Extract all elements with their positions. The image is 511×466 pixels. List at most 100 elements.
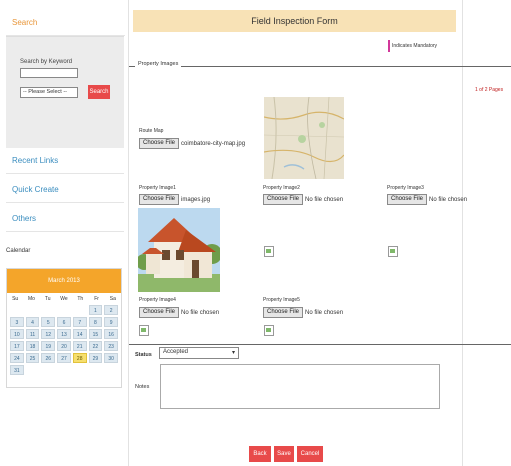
sidebar-link-quick-create[interactable]: Quick Create: [6, 177, 124, 203]
property-image4-broken-image-icon: [139, 325, 149, 336]
calendar-day[interactable]: 26: [41, 353, 56, 363]
calendar-day[interactable]: 6: [57, 317, 71, 327]
route-map-upload: Choose File coimbatore-city-map.jpg: [139, 138, 245, 149]
property-image3-choose-file-button[interactable]: Choose File: [387, 194, 428, 205]
search-heading: Search: [6, 10, 125, 36]
calendar-empty-cell: [73, 365, 87, 375]
calendar-label: Calendar: [6, 248, 31, 254]
calendar-day[interactable]: 8: [88, 317, 103, 327]
calendar-empty-cell: [73, 305, 87, 315]
sidebar: Search Search by Keyword -- Please Selec…: [0, 0, 125, 466]
calendar-empty-cell: [26, 305, 40, 315]
calendar-day[interactable]: 19: [41, 341, 56, 351]
calendar-day[interactable]: 7: [72, 317, 87, 327]
calendar-day[interactable]: 20: [57, 341, 71, 351]
route-map-choose-file-button[interactable]: Choose File: [139, 138, 180, 149]
search-panel: Search by Keyword -- Please Select -- Se…: [6, 36, 124, 148]
property-image2-broken-image-icon: [264, 246, 274, 257]
calendar-empty-cell: [57, 365, 71, 375]
calendar-day[interactable]: 3: [10, 317, 24, 327]
calendar: March 2013 Su Mo Tu We Th Fr Sa 1 2 3 4 5 6 7 8 9 10 11 1…: [6, 268, 122, 388]
property-image1-upload: Choose File images.jpg: [139, 194, 210, 205]
calendar-day[interactable]: 15: [88, 329, 103, 339]
property-image1-choose-file-button[interactable]: Choose File: [139, 194, 180, 205]
page-title: Field Inspection Form: [133, 10, 456, 32]
property-image2-file-name: No file chosen: [305, 196, 344, 203]
calendar-day[interactable]: 1: [88, 305, 103, 315]
calendar-weekday: Th: [77, 296, 84, 302]
property-image1-file-name: images.jpg: [181, 196, 211, 203]
main-content: Field Inspection Form Indicates Mandator…: [128, 0, 511, 466]
calendar-day[interactable]: 11: [25, 329, 40, 339]
property-image1-thumbnail: [138, 208, 220, 292]
calendar-weekday: We: [60, 296, 68, 302]
dropdown-caret-icon: ▾: [231, 350, 235, 356]
property-image2-label: Property Image2: [263, 185, 300, 191]
property-image4-choose-file-button[interactable]: Choose File: [139, 307, 180, 318]
keyword-input[interactable]: [20, 68, 78, 78]
calendar-weekday: Sa: [109, 296, 116, 302]
property-image1-label: Property Image1: [139, 185, 176, 191]
property-image2-choose-file-button[interactable]: Choose File: [263, 194, 304, 205]
property-image4-label: Property Image4: [139, 297, 176, 303]
property-image3-label: Property Image3: [387, 185, 424, 191]
status-select[interactable]: Accepted ▾: [159, 347, 239, 359]
route-map-label: Route Map: [139, 128, 164, 134]
calendar-day[interactable]: 31: [10, 365, 24, 375]
calendar-empty-cell: [89, 365, 103, 375]
calendar-weekday: Tu: [44, 296, 51, 302]
calendar-empty-cell: [41, 305, 55, 315]
calendar-day[interactable]: 28: [72, 353, 87, 363]
calendar-day[interactable]: 2: [104, 305, 118, 315]
calendar-day[interactable]: 14: [72, 329, 87, 339]
property-image5-file-name: No file chosen: [305, 309, 344, 316]
calendar-day[interactable]: 10: [10, 329, 24, 339]
back-button[interactable]: Back: [249, 446, 271, 462]
calendar-day[interactable]: 18: [25, 341, 40, 351]
calendar-day[interactable]: 30: [104, 353, 118, 363]
search-category-value: -- Please Select --: [23, 89, 68, 95]
property-image3-file-name: No file chosen: [429, 196, 468, 203]
keyword-label: Search by Keyword: [20, 59, 73, 65]
notes-textarea[interactable]: [160, 364, 440, 409]
property-image4-upload: Choose File No file chosen: [139, 307, 219, 318]
cancel-button[interactable]: Cancel: [297, 446, 323, 462]
property-image4-file-name: No file chosen: [181, 309, 220, 316]
calendar-weekday: Mo: [27, 296, 35, 302]
property-image5-upload: Choose File No file chosen: [263, 307, 343, 318]
property-image3-broken-image-icon: [388, 246, 398, 257]
search-category-select[interactable]: -- Please Select --: [20, 87, 78, 98]
calendar-empty-cell: [57, 305, 71, 315]
calendar-day[interactable]: 27: [57, 353, 71, 363]
calendar-day[interactable]: 13: [57, 329, 71, 339]
save-button[interactable]: Save: [274, 446, 294, 462]
calendar-month[interactable]: March 2013: [7, 269, 121, 293]
calendar-day[interactable]: 24: [10, 353, 24, 363]
calendar-day[interactable]: 25: [25, 353, 40, 363]
calendar-empty-cell: [26, 365, 40, 375]
calendar-day[interactable]: 17: [10, 341, 24, 351]
search-button[interactable]: Search: [88, 85, 110, 99]
calendar-day[interactable]: 4: [25, 317, 40, 327]
calendar-day[interactable]: 9: [104, 317, 118, 327]
calendar-grid: 1 2 3 4 5 6 7 8 9 10 11 12 13 14 15 16 17 18 19 20 21 22 23 24 2…: [7, 305, 121, 375]
calendar-day[interactable]: 12: [41, 329, 56, 339]
status-label: Status: [135, 352, 152, 358]
calendar-day[interactable]: 29: [88, 353, 103, 363]
mandatory-note: Indicates Mandatory: [388, 40, 437, 52]
property-image2-upload: Choose File No file chosen: [263, 194, 343, 205]
property-image3-upload: Choose File No file chosen: [387, 194, 467, 205]
calendar-day[interactable]: 5: [41, 317, 56, 327]
property-image5-label: Property Image5: [263, 297, 300, 303]
fieldset-legend: Property Images: [135, 61, 182, 67]
calendar-day[interactable]: 23: [104, 341, 118, 351]
page-indicator: 1 of 2 Pages: [475, 87, 504, 93]
sidebar-link-others[interactable]: Others: [6, 206, 124, 232]
notes-label: Notes: [135, 384, 150, 390]
property-image5-choose-file-button[interactable]: Choose File: [263, 307, 304, 318]
sidebar-link-recent-links[interactable]: Recent Links: [6, 148, 124, 174]
calendar-day[interactable]: 16: [104, 329, 118, 339]
property-image5-broken-image-icon: [264, 325, 274, 336]
calendar-day[interactable]: 21: [72, 341, 87, 351]
calendar-day[interactable]: 22: [88, 341, 103, 351]
